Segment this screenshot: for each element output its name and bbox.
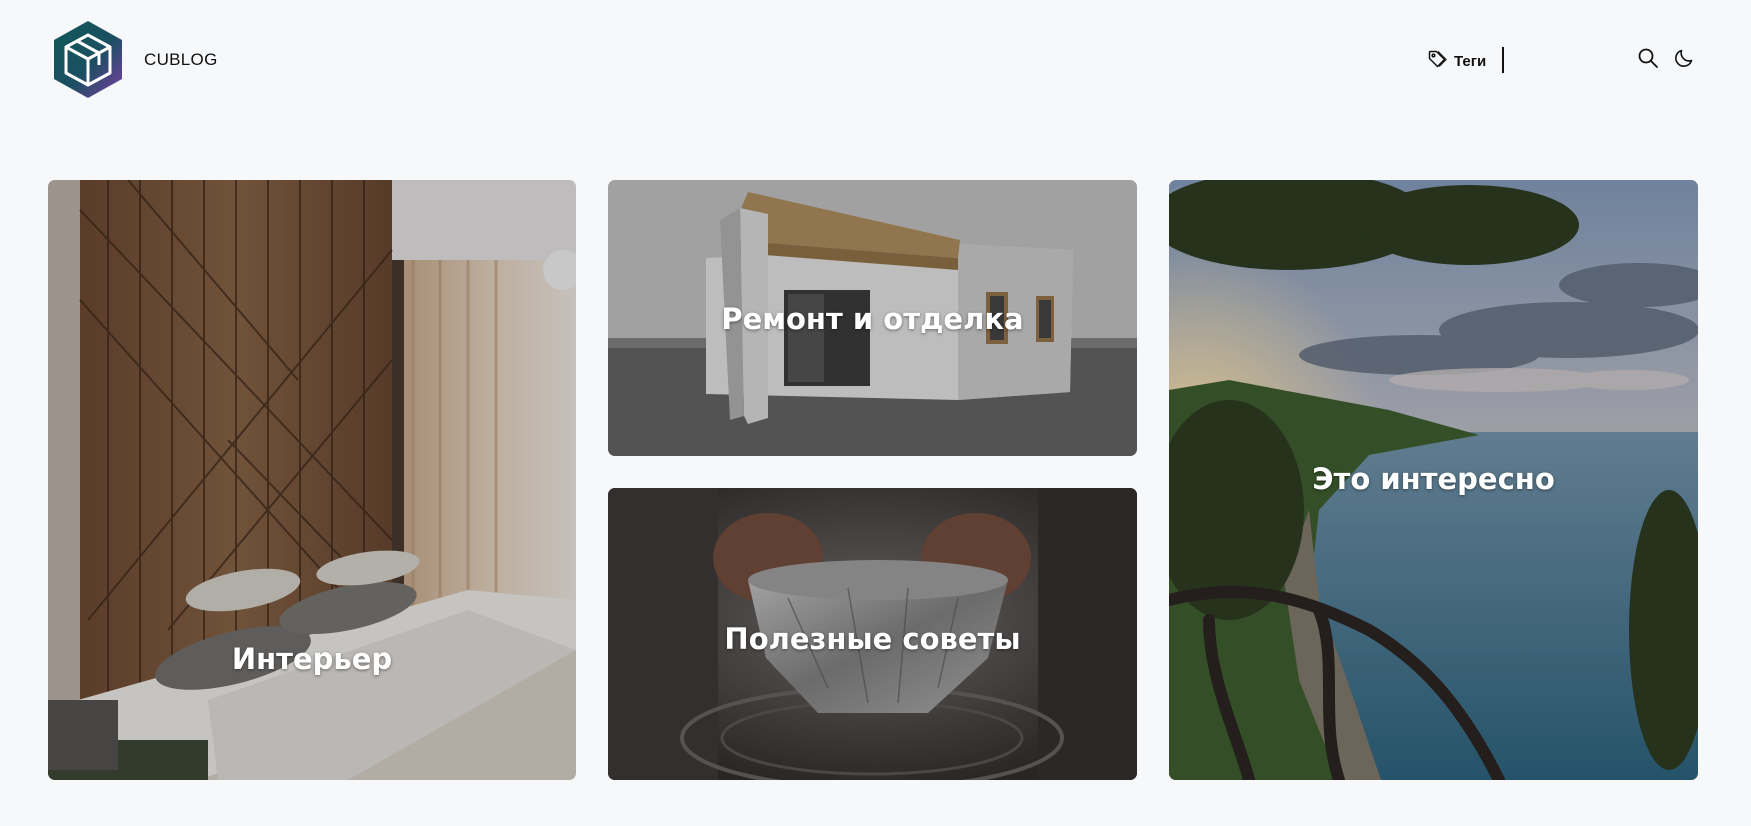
theme-toggle-button[interactable] <box>1672 48 1696 72</box>
category-title-repair: Ремонт и отделка <box>721 302 1024 336</box>
nav-tags-link[interactable]: Теги <box>1427 49 1486 73</box>
tag-icon <box>1427 49 1447 74</box>
category-tile-tips[interactable]: Полезные советы <box>608 488 1137 780</box>
category-tile-interior[interactable]: Интерьер <box>48 180 576 780</box>
site-header: CUBLOG Теги <box>0 0 1751 122</box>
tile-overlay <box>48 180 576 780</box>
category-tile-interesting[interactable]: Это интересно <box>1169 180 1698 780</box>
cublog-logo-icon[interactable] <box>50 19 126 100</box>
category-title-interesting: Это интересно <box>1312 462 1555 496</box>
site-brand[interactable]: CUBLOG <box>144 50 218 70</box>
category-title-tips: Полезные советы <box>724 622 1021 656</box>
moon-icon <box>1673 47 1695 74</box>
category-tile-repair[interactable]: Ремонт и отделка <box>608 180 1137 456</box>
nav-tags-label: Теги <box>1454 52 1487 70</box>
nav-divider <box>1502 47 1504 73</box>
category-title-interior: Интерьер <box>231 642 393 676</box>
search-button[interactable] <box>1636 48 1660 72</box>
search-icon <box>1637 47 1659 74</box>
